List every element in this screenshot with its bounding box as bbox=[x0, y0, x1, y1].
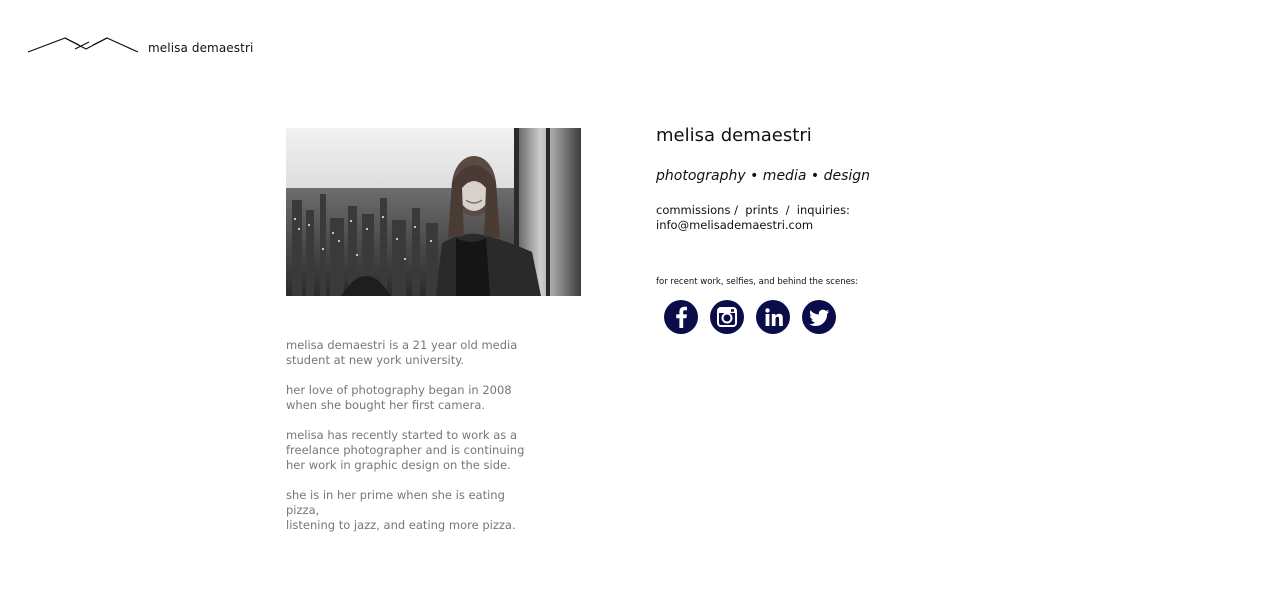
social-links bbox=[664, 300, 848, 334]
facebook-icon bbox=[676, 306, 687, 328]
facebook-button[interactable] bbox=[664, 300, 698, 334]
bio-line: melisa demaestri is a 21 year old media bbox=[286, 338, 518, 352]
bio-line: student at new york university. bbox=[286, 353, 465, 367]
bio-line: when she bought her first camera. bbox=[286, 398, 486, 412]
page-title: melisa demaestri bbox=[656, 125, 812, 146]
mountain-m-icon[interactable] bbox=[27, 33, 139, 55]
linkedin-icon bbox=[765, 308, 783, 326]
contact-line: commissions / prints / inquiries: bbox=[656, 203, 850, 217]
linkedin-button[interactable] bbox=[756, 300, 790, 334]
bio-line: she is in her prime when she is eating p… bbox=[286, 488, 505, 517]
social-label: for recent work, selfies, and behind the… bbox=[656, 277, 859, 287]
bio: melisa demaestri is a 21 year old media … bbox=[286, 338, 536, 548]
bio-line: listening to jazz, and eating more pizza… bbox=[286, 518, 516, 532]
contact-info: commissions / prints / inquiries: info@m… bbox=[656, 203, 850, 233]
bio-line: her work in graphic design on the side. bbox=[286, 458, 511, 472]
bio-paragraph: melisa demaestri is a 21 year old media … bbox=[286, 338, 536, 368]
instagram-icon bbox=[717, 307, 737, 327]
bio-paragraph: she is in her prime when she is eating p… bbox=[286, 488, 536, 533]
bio-paragraph: her love of photography began in 2008 wh… bbox=[286, 383, 536, 413]
bio-paragraph: melisa has recently started to work as a… bbox=[286, 428, 536, 473]
portrait-photo bbox=[286, 128, 581, 296]
twitter-button[interactable] bbox=[802, 300, 836, 334]
bio-line: melisa has recently started to work as a bbox=[286, 428, 517, 442]
bio-line: her love of photography began in 2008 bbox=[286, 383, 512, 397]
tagline: photography • media • design bbox=[656, 168, 871, 184]
instagram-button[interactable] bbox=[710, 300, 744, 334]
page: melisa demaestri melisa demaestri is a 2… bbox=[0, 0, 1276, 606]
brand-name[interactable]: melisa demaestri bbox=[148, 41, 253, 55]
email-link[interactable]: info@melisademaestri.com bbox=[656, 218, 850, 233]
twitter-icon bbox=[809, 309, 829, 326]
bio-line: freelance photographer and is continuing bbox=[286, 443, 525, 457]
